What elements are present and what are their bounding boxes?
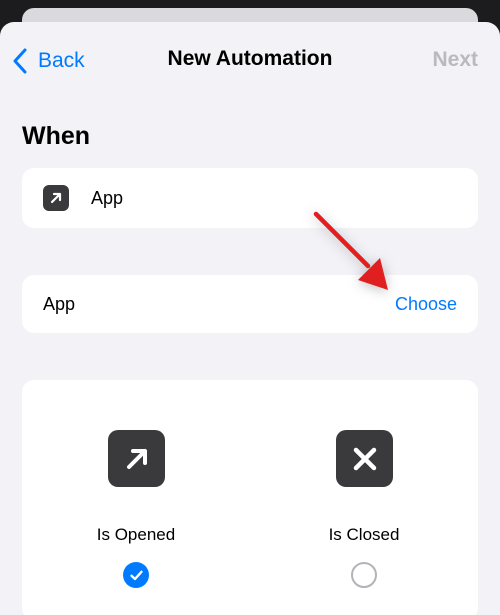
radio-checked[interactable] bbox=[123, 562, 149, 588]
navigation-bar: Back New Automation Next bbox=[0, 22, 500, 98]
choose-button[interactable]: Choose bbox=[395, 294, 457, 315]
checkmark-icon bbox=[129, 570, 143, 580]
trigger-row[interactable]: App bbox=[22, 168, 478, 228]
section-header-when: When bbox=[22, 122, 91, 150]
option-label: Is Opened bbox=[96, 525, 176, 544]
app-row-label: App bbox=[43, 294, 76, 314]
app-select-row: App Choose bbox=[22, 275, 478, 333]
state-options-card: Is Opened Is Closed bbox=[22, 380, 478, 615]
option-label: Is Closed bbox=[328, 525, 400, 544]
next-button[interactable]: Next bbox=[432, 48, 478, 72]
app-arrow-icon bbox=[43, 185, 69, 211]
trigger-label: App bbox=[91, 188, 124, 208]
page-title: New Automation bbox=[167, 47, 333, 70]
option-is-closed[interactable]: Is Closed bbox=[250, 380, 478, 615]
radio-unchecked[interactable] bbox=[351, 562, 377, 588]
option-is-opened[interactable]: Is Opened bbox=[22, 380, 250, 615]
app-arrow-icon bbox=[108, 430, 165, 487]
close-icon bbox=[336, 430, 393, 487]
automation-sheet: Back New Automation Next When App App Ch… bbox=[0, 22, 500, 615]
